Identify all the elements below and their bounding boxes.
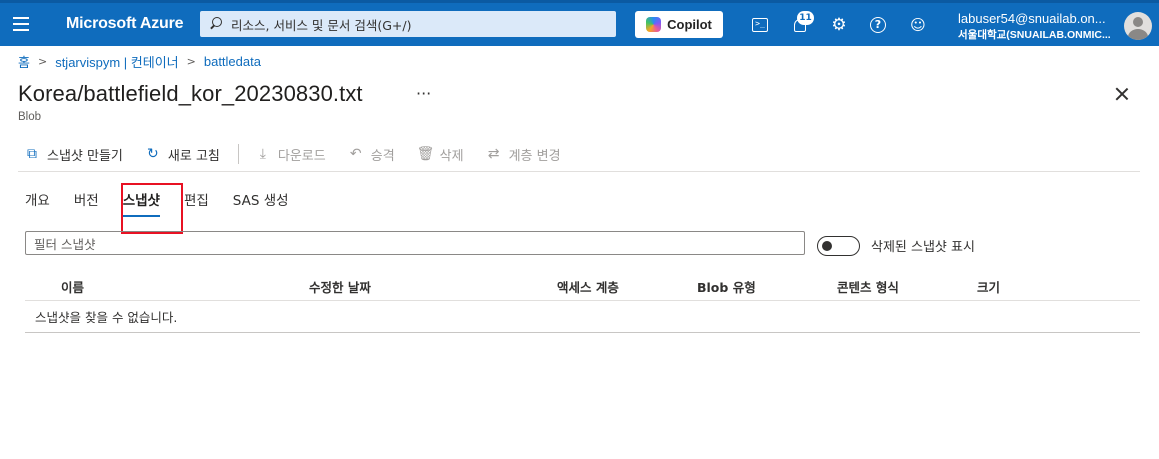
snapshot-icon: ⧉	[27, 146, 37, 162]
highlight-box	[121, 183, 183, 234]
column-header-size[interactable]: 크기	[977, 277, 1000, 296]
tab-generate-sas[interactable]: SAS 생성	[233, 189, 289, 217]
trash-icon: 🗑	[416, 146, 435, 162]
promote-button[interactable]: ↶ 승격	[348, 145, 395, 164]
account-menu[interactable]: labuser54@snuailab.on... 서울대학교(SNUAILAB.…	[958, 11, 1118, 42]
user-tenant: 서울대학교(SNUAILAB.ONMIC...	[958, 29, 1111, 41]
column-header-blob-type[interactable]: Blob 유형	[697, 277, 756, 296]
brand-title[interactable]: Microsoft Azure	[66, 15, 184, 33]
search-icon	[209, 17, 223, 31]
tab-overview[interactable]: 개요	[25, 189, 50, 217]
chevron-right-icon: >	[186, 55, 196, 68]
copilot-button[interactable]: Copilot	[635, 11, 723, 38]
toggle-label: 삭제된 스냅샷 표시	[871, 240, 975, 255]
column-header-content-type[interactable]: 콘텐츠 형식	[837, 277, 899, 296]
swap-arrows-icon: ⇄	[487, 146, 500, 162]
search-input[interactable]: 리소스, 서비스 및 문서 검색(G+/)	[200, 11, 616, 37]
refresh-icon: ↻	[147, 146, 159, 162]
more-options-icon[interactable]: ···	[416, 84, 431, 103]
promote-label: 승격	[370, 148, 395, 164]
delete-button[interactable]: 🗑 삭제	[417, 145, 464, 164]
download-label: 다운로드	[277, 148, 326, 164]
filter-placeholder: 필터 스냅샷	[34, 236, 96, 252]
breadcrumb: 홈 > stjarvispym | 컨테이너 > battledata	[18, 52, 261, 71]
tab-edit[interactable]: 편집	[184, 189, 209, 217]
refresh-label: 새로 고침	[167, 148, 220, 164]
search-placeholder: 리소스, 서비스 및 문서 검색(G+/)	[231, 17, 412, 33]
refresh-button[interactable]: ↻ 새로 고침	[145, 145, 220, 164]
cloud-shell-button[interactable]: >_	[750, 15, 770, 35]
column-header-name[interactable]: 이름	[61, 277, 84, 296]
change-tier-button[interactable]: ⇄ 계층 변경	[486, 145, 561, 164]
close-icon[interactable]	[1114, 86, 1130, 102]
empty-message: 스냅샷을 찾을 수 없습니다.	[25, 301, 1140, 333]
command-bar: ⧉ 스냅샷 만들기 ↻ 새로 고침 ⤓ 다운로드 ↶ 승격 🗑 삭제 ⇄ 계층 …	[24, 143, 583, 165]
terminal-icon: >_	[752, 18, 768, 32]
toggle-knob	[822, 241, 832, 251]
create-snapshot-button[interactable]: ⧉ 스냅샷 만들기	[24, 145, 123, 164]
column-header-modified[interactable]: 수정한 날짜	[309, 277, 371, 296]
delete-label: 삭제	[439, 148, 464, 164]
show-deleted-snapshots-toggle[interactable]	[817, 236, 860, 256]
snapshots-table: 이름 수정한 날짜 액세스 계층 Blob 유형 콘텐츠 형식 크기 스냅샷을 …	[25, 270, 1140, 333]
help-button[interactable]: ?	[868, 15, 888, 35]
chevron-right-icon: >	[37, 55, 48, 68]
breadcrumb-battledata[interactable]: battledata	[204, 54, 261, 69]
copilot-icon	[646, 17, 662, 32]
change-tier-label: 계층 변경	[508, 148, 561, 164]
column-header-access-tier[interactable]: 액세스 계층	[557, 277, 619, 296]
hamburger-menu-icon[interactable]	[13, 17, 29, 31]
feedback-icon: ☺	[910, 16, 926, 34]
table-header: 이름 수정한 날짜 액세스 계층 Blob 유형 콘텐츠 형식 크기	[25, 270, 1140, 301]
download-icon: ⤓	[259, 146, 266, 162]
settings-button[interactable]: ⚙	[829, 15, 849, 35]
page-title: Korea/battlefield_kor_20230830.txt	[18, 81, 363, 106]
user-name: labuser54@snuailab.on...	[958, 11, 1106, 26]
notification-badge: 11	[797, 11, 814, 25]
download-button[interactable]: ⤓ 다운로드	[255, 145, 326, 164]
toolbar-divider	[237, 144, 239, 164]
promote-icon: ↶	[349, 146, 362, 162]
avatar[interactable]	[1124, 12, 1152, 40]
tab-versions[interactable]: 버전	[74, 189, 99, 217]
filter-snapshots-input[interactable]: 필터 스냅샷	[25, 231, 805, 255]
breadcrumb-home[interactable]: 홈	[18, 52, 30, 71]
breadcrumb-container[interactable]: stjarvispym | 컨테이너	[55, 52, 178, 71]
copilot-label: Copilot	[667, 17, 712, 32]
feedback-button[interactable]: ☺	[908, 15, 928, 35]
top-bar: Microsoft Azure 리소스, 서비스 및 문서 검색(G+/) Co…	[0, 0, 1159, 46]
toolbar-divider-line	[18, 171, 1140, 172]
page-subtitle: Blob	[18, 111, 42, 123]
gear-icon: ⚙	[831, 15, 847, 35]
create-snapshot-label: 스냅샷 만들기	[47, 148, 123, 164]
question-icon: ?	[870, 17, 886, 33]
